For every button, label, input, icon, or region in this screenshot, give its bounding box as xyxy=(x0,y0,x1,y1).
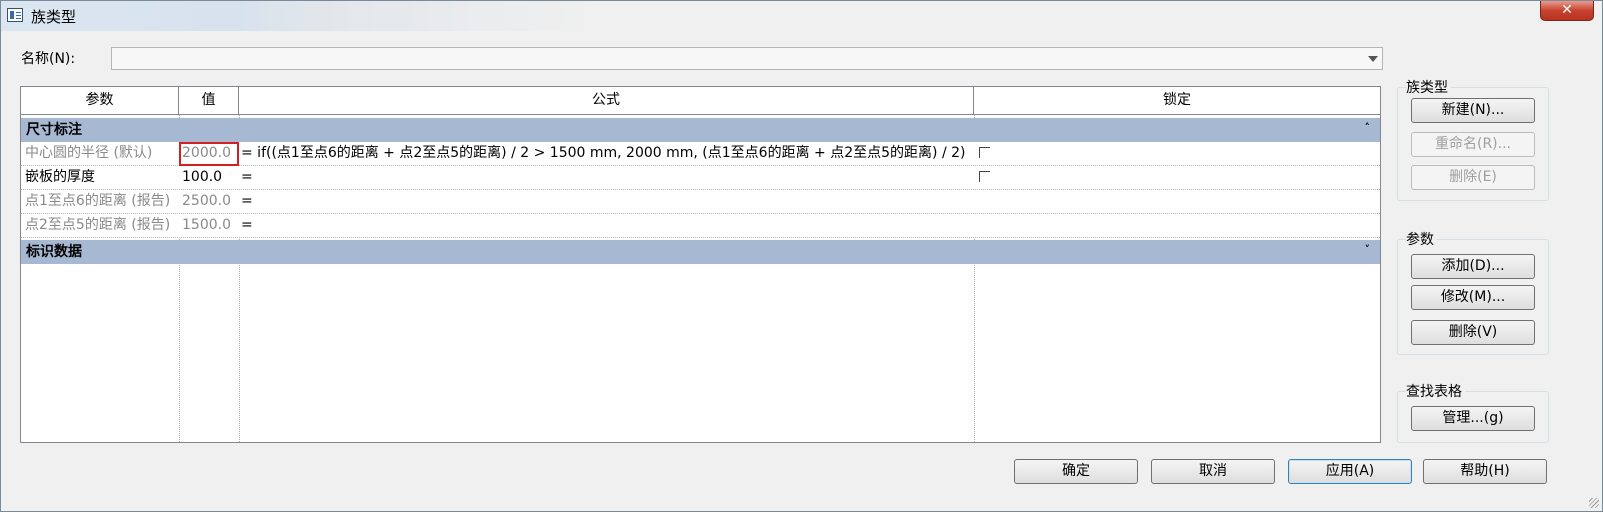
lock-checkbox[interactable] xyxy=(979,171,990,182)
delete-parameter-button[interactable]: 删除(V) xyxy=(1411,320,1535,345)
family-types-title: 族类型 xyxy=(1406,77,1451,97)
param-value[interactable]: 100.0 xyxy=(182,166,237,189)
apply-button[interactable]: 应用(A) xyxy=(1288,459,1412,484)
name-dropdown[interactable] xyxy=(111,47,1383,70)
column-header-value[interactable]: 值 xyxy=(179,87,239,114)
group-identity-data[interactable]: 标识数据 ˅ xyxy=(21,240,1380,264)
help-button[interactable]: 帮助(H) xyxy=(1423,459,1547,484)
group-label: 标识数据 xyxy=(26,244,82,260)
param-formula[interactable]: = xyxy=(241,190,971,213)
rename-type-button[interactable]: 重命名(R)... xyxy=(1411,132,1535,157)
column-header-lock[interactable]: 锁定 xyxy=(974,87,1380,114)
lock-checkbox[interactable] xyxy=(979,147,990,158)
param-formula[interactable]: = xyxy=(241,166,971,189)
resize-grip-icon[interactable] xyxy=(1589,498,1599,508)
dialog-icon xyxy=(7,8,23,22)
param-value[interactable]: 2000.0 xyxy=(182,142,237,165)
param-value: 1500.0 xyxy=(182,217,231,233)
column-header-parameter[interactable]: 参数 xyxy=(21,87,179,114)
param-name: 嵌板的厚度 xyxy=(25,169,95,185)
name-label: 名称(N): xyxy=(21,51,76,67)
grid-header: 参数 值 公式 锁定 xyxy=(21,87,1380,115)
chevron-down-icon[interactable]: ˅ xyxy=(1365,240,1371,260)
table-row[interactable]: 点1至点6的距离 (报告) 2500.0 = xyxy=(21,190,1380,214)
param-name: 点1至点6的距离 (报告) xyxy=(25,193,171,209)
title-bar[interactable]: 族类型 xyxy=(1,1,1602,31)
parameters-title: 参数 xyxy=(1406,229,1437,249)
table-row[interactable]: 嵌板的厚度 100.0 = xyxy=(21,166,1380,190)
param-formula[interactable]: = if((点1至点6的距离 + 点2至点5的距离) / 2 > 1500 mm… xyxy=(241,142,971,165)
chevron-down-icon[interactable] xyxy=(1368,56,1378,62)
column-header-formula[interactable]: 公式 xyxy=(239,87,974,114)
chevron-up-icon[interactable]: ˄ xyxy=(1365,118,1371,138)
new-type-button[interactable]: 新建(N)... xyxy=(1411,98,1535,123)
param-name: 中心圆的半径 (默认) xyxy=(25,145,153,161)
delete-type-button[interactable]: 删除(E) xyxy=(1411,165,1535,190)
add-parameter-button[interactable]: 添加(D)... xyxy=(1411,254,1535,279)
dialog-title: 族类型 xyxy=(31,8,77,26)
group-dimensions[interactable]: 尺寸标注 ˄ xyxy=(21,118,1380,142)
close-button[interactable]: ✕ xyxy=(1540,1,1594,21)
parameter-grid: 参数 值 公式 锁定 尺寸标注 ˄ 中心圆的半径 (默认) 2000.0 = i… xyxy=(20,86,1381,443)
param-name: 点2至点5的距离 (报告) xyxy=(25,217,171,233)
group-label: 尺寸标注 xyxy=(26,122,82,138)
modify-parameter-button[interactable]: 修改(M)... xyxy=(1411,285,1535,310)
param-value: 2500.0 xyxy=(182,193,231,209)
param-formula[interactable]: = xyxy=(241,214,971,237)
manage-lookup-tables-button[interactable]: 管理...(g) xyxy=(1411,406,1535,431)
family-types-dialog: 族类型 ✕ 名称(N): 参数 值 公式 锁定 尺寸标注 ˄ 中心圆的半径 (默… xyxy=(0,0,1603,512)
table-row[interactable]: 中心圆的半径 (默认) 2000.0 = if((点1至点6的距离 + 点2至点… xyxy=(21,142,1380,166)
cancel-button[interactable]: 取消 xyxy=(1151,459,1275,484)
lookup-tables-title: 查找表格 xyxy=(1406,381,1465,401)
ok-button[interactable]: 确定 xyxy=(1014,459,1138,484)
table-row[interactable]: 点2至点5的距离 (报告) 1500.0 = xyxy=(21,214,1380,238)
